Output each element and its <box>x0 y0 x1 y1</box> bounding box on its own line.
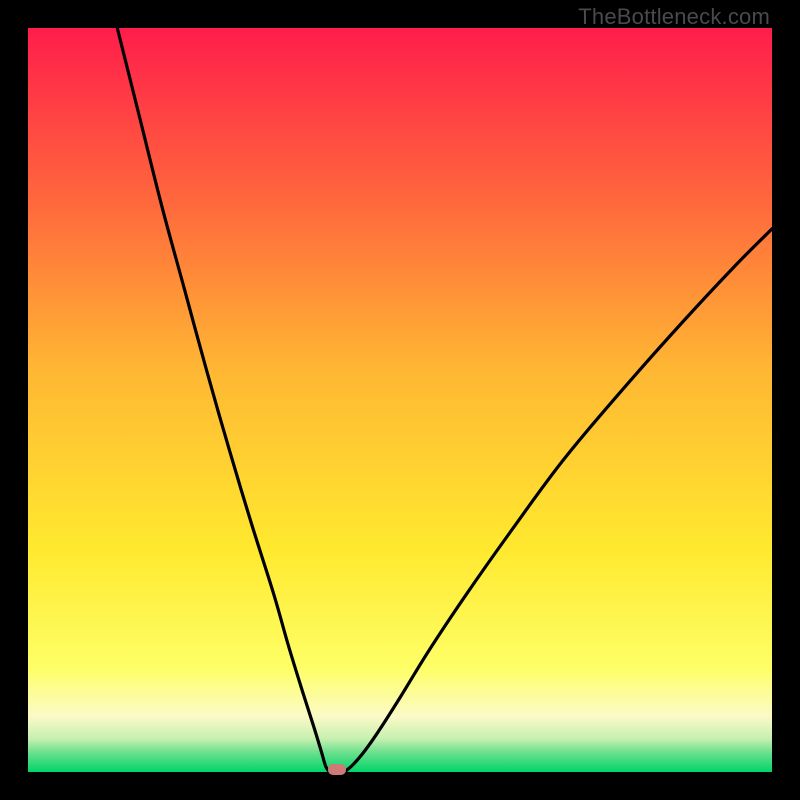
bottleneck-chart <box>28 28 772 772</box>
minimum-marker <box>328 764 346 775</box>
watermark-label: TheBottleneck.com <box>578 4 770 30</box>
gradient-background <box>28 28 772 772</box>
chart-frame <box>28 28 772 772</box>
